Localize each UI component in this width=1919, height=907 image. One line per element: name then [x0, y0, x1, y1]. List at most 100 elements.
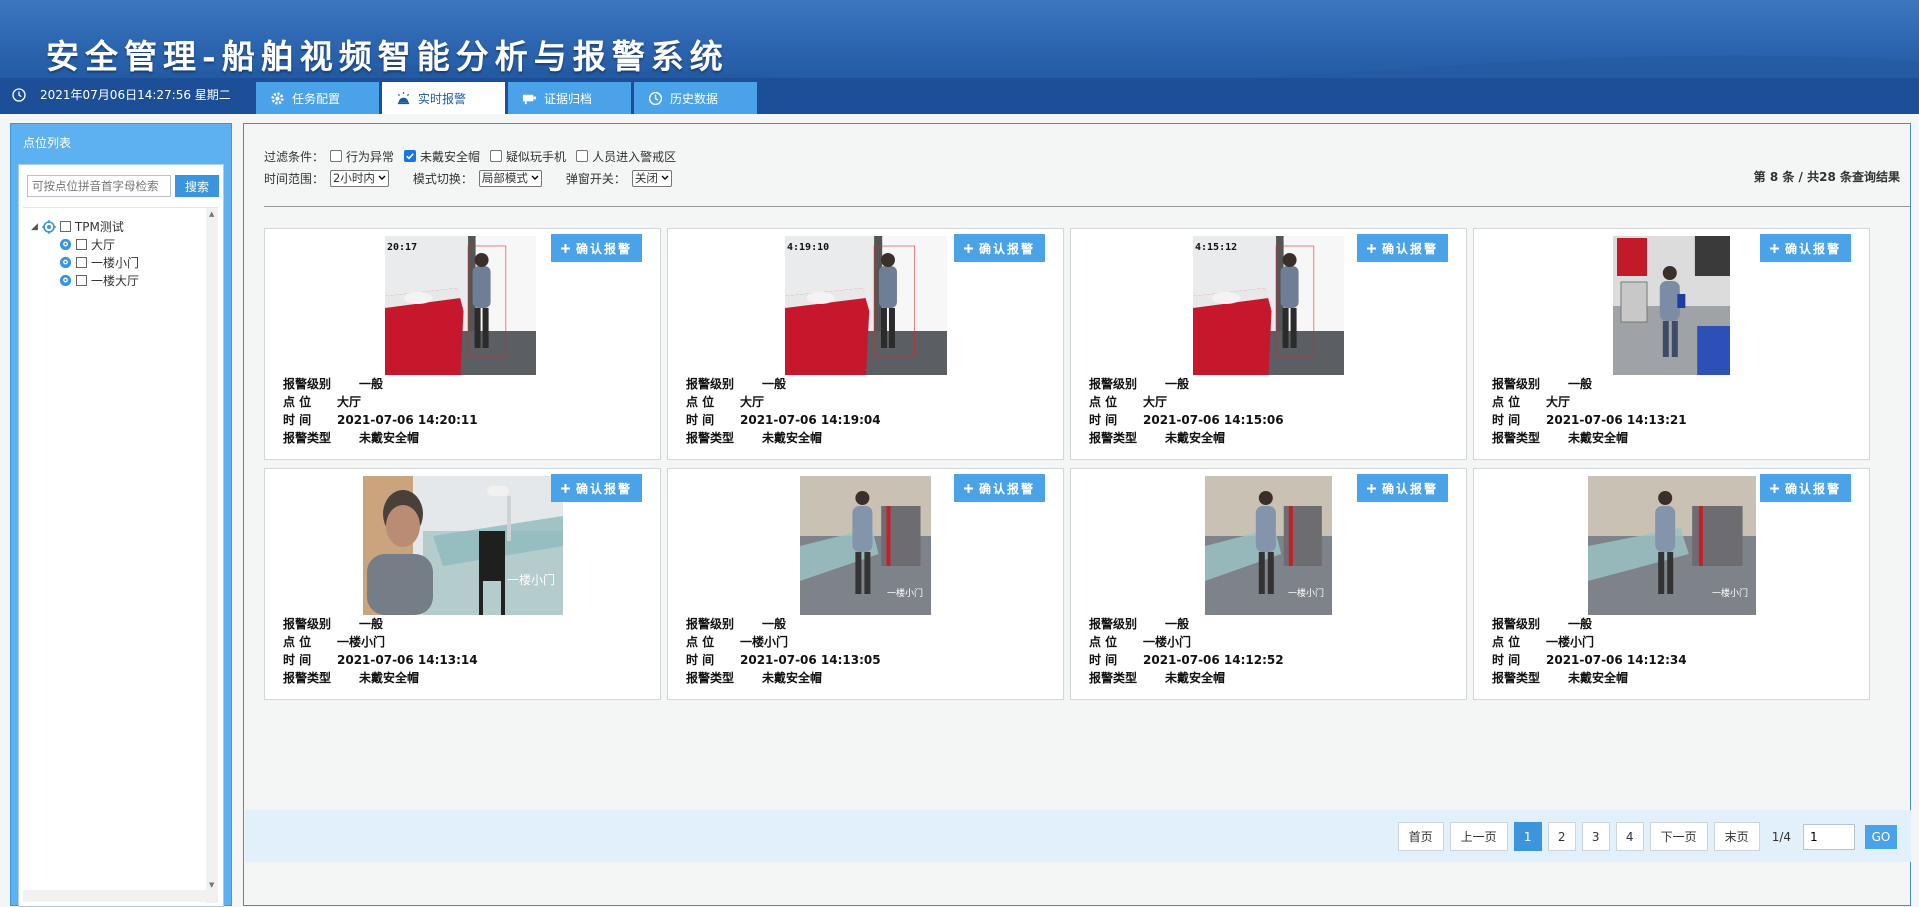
- checkbox[interactable]: [490, 150, 503, 162]
- alarm-time: 2021-07-06 14:15:06: [1143, 413, 1284, 427]
- alarm-location: 大厅: [337, 395, 362, 409]
- alarm-type: 未戴安全帽: [359, 431, 420, 445]
- time-key: 时 间: [1492, 413, 1521, 427]
- page-button-1[interactable]: 1: [1513, 822, 1542, 851]
- confirm-alarm-button[interactable]: 确认报警: [953, 234, 1045, 262]
- confirm-alarm-button[interactable]: 确认报警: [953, 474, 1045, 502]
- type-key: 报警类型: [283, 431, 332, 445]
- alarm-location: 大厅: [1546, 395, 1571, 409]
- filter-restricted-area[interactable]: 人员进入警戒区: [576, 148, 676, 165]
- tree-checkbox[interactable]: [59, 221, 71, 232]
- filter-behavior-abnormal[interactable]: 行为异常: [330, 148, 394, 165]
- tree-checkbox[interactable]: [76, 275, 87, 286]
- alarm-image[interactable]: 一楼小门: [1588, 476, 1756, 615]
- tree-item-lobby[interactable]: 一楼大厅: [59, 272, 139, 289]
- level-key: 报警级别: [1089, 377, 1138, 391]
- panel-title: 点位列表: [23, 136, 72, 150]
- alarm-image[interactable]: 20:17: [385, 236, 536, 375]
- video-timestamp: 4:19:10: [787, 242, 829, 253]
- alarm-level: 一般: [1568, 617, 1593, 631]
- plus-icon: [1366, 243, 1376, 253]
- camera-name-overlay: 一楼小门: [1712, 587, 1748, 599]
- search-button[interactable]: 搜索: [175, 175, 219, 197]
- confirm-alarm-button[interactable]: 确认报警: [1356, 474, 1448, 502]
- tree-item-small-door[interactable]: 一楼小门: [59, 254, 139, 271]
- alarm-info: 报警级别 一般 点 位 一楼小门 时 间 2021-07-06 14:13:05 报警…: [686, 615, 881, 687]
- clock-icon: [12, 87, 26, 102]
- point-search-input[interactable]: [27, 175, 171, 197]
- tree-root[interactable]: ◢ TPM测试: [31, 218, 124, 235]
- tab-evidence-archive[interactable]: 证据归档: [508, 82, 631, 114]
- location-key: 点 位: [1089, 395, 1118, 409]
- confirm-alarm-button[interactable]: 确认报警: [1759, 474, 1851, 502]
- location-key: 点 位: [1492, 395, 1521, 409]
- tab-history-data[interactable]: 历史数据: [634, 82, 757, 114]
- video-timestamp: 4:15:12: [1195, 242, 1237, 253]
- filter-option-label: 未戴安全帽: [420, 149, 481, 164]
- point-list-body: 搜索 ◢ TPM测试 大厅 一楼小门 一楼大厅: [18, 164, 224, 907]
- alarm-level: 一般: [1568, 377, 1593, 391]
- popup-switch-select[interactable]: 关闭: [631, 169, 672, 187]
- time-key: 时 间: [1492, 653, 1521, 667]
- confirm-alarm-button[interactable]: 确认报警: [1356, 234, 1448, 262]
- goto-page-input[interactable]: [1803, 823, 1855, 850]
- checkbox-checked[interactable]: [404, 150, 417, 162]
- tree-item-hall[interactable]: 大厅: [59, 236, 115, 253]
- plus-icon: [560, 243, 570, 253]
- tree-checkbox[interactable]: [76, 239, 87, 250]
- alarm-snapshot: 一楼小门: [1588, 476, 1756, 615]
- camera-icon: [59, 274, 72, 287]
- alarm-snapshot: 20:17: [385, 236, 536, 375]
- plus-icon: [1769, 483, 1779, 493]
- checkbox[interactable]: [576, 150, 589, 162]
- time-key: 时 间: [1089, 653, 1118, 667]
- last-page-button[interactable]: 末页: [1713, 822, 1760, 851]
- alarm-image[interactable]: 一楼小门: [800, 476, 931, 615]
- next-page-button[interactable]: 下一页: [1649, 822, 1708, 851]
- time-range-select[interactable]: 2小时内: [330, 169, 389, 187]
- confirm-alarm-button[interactable]: 确认报警: [550, 474, 642, 502]
- alarm-card: 4:15:12 确认报警 报警级别 一般 点 位 大厅 时 间 2021-07-06 …: [1070, 228, 1467, 460]
- filter-phone-use[interactable]: 疑似玩手机: [490, 148, 566, 165]
- tab-label: 证据归档: [544, 91, 593, 106]
- scroll-up-arrow[interactable]: ▲: [209, 210, 214, 218]
- page-button-4[interactable]: 4: [1615, 822, 1644, 851]
- checkmark-icon: [406, 153, 414, 160]
- scroll-down-arrow[interactable]: ▼: [209, 881, 214, 889]
- alarm-snapshot: 一楼小门: [1205, 476, 1332, 615]
- camera-icon: [59, 256, 72, 269]
- tab-realtime-alarm[interactable]: 实时报警: [382, 82, 505, 114]
- filter-option-label: 行为异常: [346, 149, 395, 164]
- filter-no-helmet[interactable]: 未戴安全帽: [404, 148, 480, 165]
- tree-checkbox[interactable]: [76, 257, 87, 268]
- level-key: 报警级别: [1089, 617, 1138, 631]
- vertical-scrollbar[interactable]: ▲ ▼: [206, 208, 218, 903]
- page-button-3[interactable]: 3: [1581, 822, 1610, 851]
- tab-task-config[interactable]: 任务配置: [256, 82, 379, 114]
- horizontal-scrollbar[interactable]: [23, 890, 206, 902]
- prev-page-button[interactable]: 上一页: [1449, 822, 1508, 851]
- confirm-alarm-button[interactable]: 确认报警: [1759, 234, 1851, 262]
- alarm-image[interactable]: 一楼小门: [363, 476, 563, 615]
- alarm-image[interactable]: 4:15:12: [1193, 236, 1344, 375]
- alarm-image[interactable]: 一楼小门: [1205, 476, 1332, 615]
- first-page-button[interactable]: 首页: [1397, 822, 1444, 851]
- alarm-time: 2021-07-06 14:12:34: [1546, 653, 1687, 667]
- alarm-type: 未戴安全帽: [762, 431, 823, 445]
- tree-root-label: TPM测试: [74, 220, 124, 234]
- nav-bar: 2021年07月06日14:27:56 星期二 任务配置 实时报警 证据归档 历…: [0, 78, 1919, 114]
- tree-item-label: 一楼小门: [91, 256, 140, 270]
- alarm-image[interactable]: [1613, 236, 1730, 375]
- alarm-info: 报警级别 一般 点 位 一楼小门 时 间 2021-07-06 14:12:34 报警…: [1492, 615, 1687, 687]
- chevron-down-icon: [531, 175, 539, 180]
- alarm-image[interactable]: 4:19:10: [785, 236, 947, 375]
- alarm-card: 一楼小门 确认报警 报警级别 一般 点 位 一楼小门 时 间 2021-07-06 1…: [1070, 468, 1467, 700]
- page-button-2[interactable]: 2: [1547, 822, 1576, 851]
- checkbox[interactable]: [330, 150, 343, 162]
- level-key: 报警级别: [1492, 617, 1541, 631]
- go-button[interactable]: GO: [1865, 824, 1897, 849]
- expand-icon[interactable]: ◢: [31, 222, 38, 232]
- mode-switch-select[interactable]: 局部模式: [478, 169, 542, 187]
- confirm-alarm-button[interactable]: 确认报警: [550, 234, 642, 262]
- alarm-card: 一楼小门 确认报警 报警级别 一般 点 位 一楼小门 时 间 2021-07-06 1…: [264, 468, 661, 700]
